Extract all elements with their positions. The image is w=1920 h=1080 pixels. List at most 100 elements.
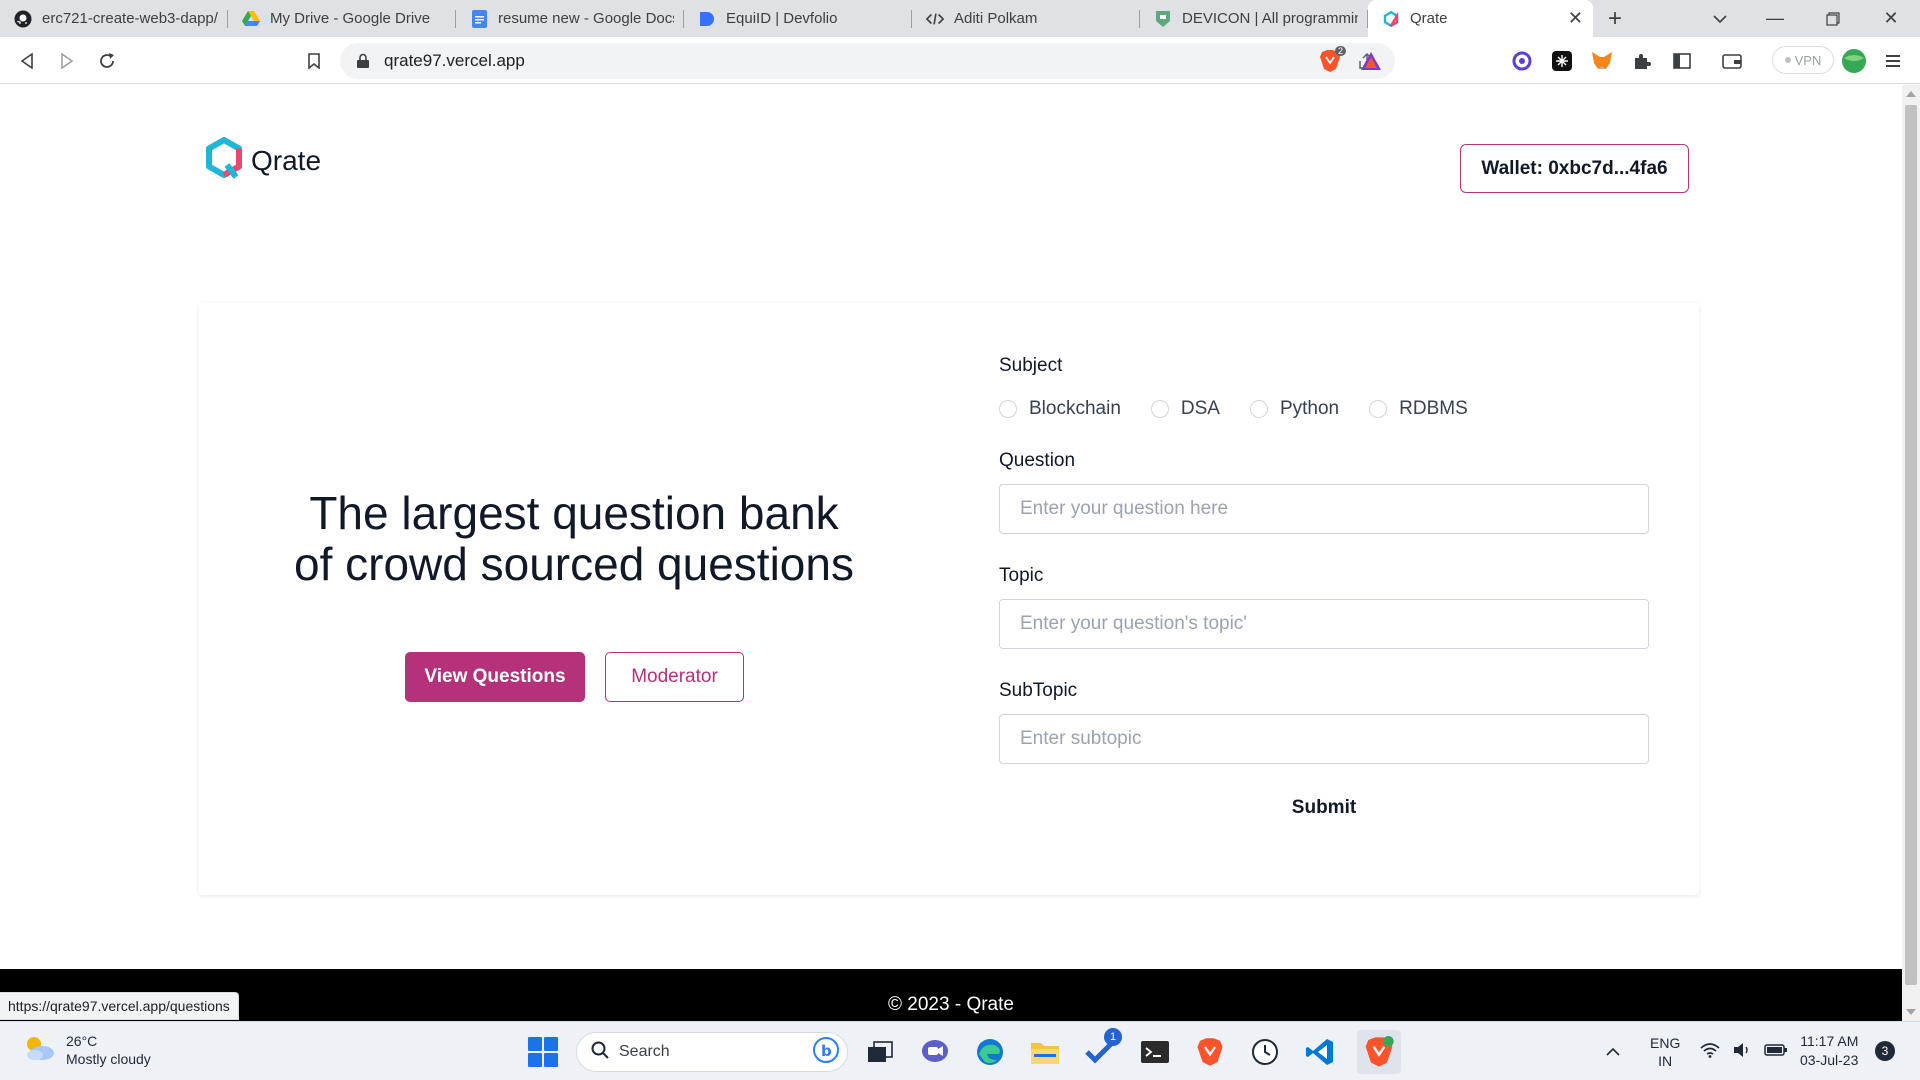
qrate-icon	[1382, 10, 1400, 28]
bing-icon[interactable]: b	[813, 1036, 839, 1068]
terminal-icon[interactable]	[1137, 1034, 1173, 1070]
browser-toolbar: qrate97.vercel.app 2 VPN	[0, 37, 1920, 84]
chevron-down-icon[interactable]	[1705, 0, 1735, 37]
tab-devicon[interactable]: DEVICON | All programmin	[1140, 0, 1368, 37]
devfolio-icon	[698, 10, 716, 28]
hero-line-2: of crowd sourced questions	[294, 538, 854, 590]
tab-google-drive[interactable]: My Drive - Google Drive	[228, 0, 456, 37]
scroll-up-icon[interactable]	[1906, 91, 1916, 97]
close-tab-icon[interactable]: ✕	[1568, 8, 1583, 29]
radio-dsa[interactable]: DSA	[1150, 398, 1220, 420]
cloudy-weather-icon	[22, 1034, 56, 1067]
radio-circle[interactable]	[1369, 400, 1388, 418]
brave-rewards-icon[interactable]	[1354, 37, 1388, 84]
tab-devfolio[interactable]: EquiID | Devfolio	[684, 0, 912, 37]
web-page: Qrate Wallet: 0xbc7d...4fa6 The largest …	[0, 85, 1902, 1021]
subtopic-input[interactable]	[999, 714, 1649, 764]
github-icon	[14, 10, 32, 28]
wallet-button[interactable]: Wallet: 0xbc7d...4fa6	[1460, 144, 1689, 193]
tab-title: EquiID | Devfolio	[726, 10, 838, 27]
todo-badge: 1	[1104, 1028, 1122, 1046]
tab-title: Aditi Polkam	[954, 10, 1038, 27]
alarms-clock-icon[interactable]	[1247, 1034, 1283, 1070]
radio-circle[interactable]	[1150, 400, 1169, 418]
hero-line-1: The largest question bank	[309, 487, 839, 539]
radio-label: Blockchain	[1029, 398, 1121, 419]
tab-title: erc721-create-web3-dapp/	[42, 10, 218, 27]
extension-ring-icon[interactable]	[1505, 37, 1539, 84]
brave-active-app-icon[interactable]	[1357, 1030, 1401, 1074]
clock-time: 11:17 AM	[1800, 1033, 1859, 1049]
radio-rdbms[interactable]: RDBMS	[1369, 398, 1468, 420]
teams-chat-icon[interactable]	[917, 1034, 953, 1070]
forward-icon[interactable]	[50, 37, 84, 84]
back-icon[interactable]	[10, 37, 44, 84]
question-label: Question	[999, 450, 1076, 471]
view-questions-button[interactable]: View Questions	[405, 652, 585, 702]
tab-aditi-polkam[interactable]: Aditi Polkam	[912, 0, 1140, 37]
topic-input[interactable]	[999, 599, 1649, 649]
battery-icon	[1764, 1043, 1788, 1060]
menu-icon[interactable]	[1876, 37, 1910, 84]
brave-shields-icon[interactable]: 2	[1313, 37, 1347, 84]
task-view-icon[interactable]	[862, 1034, 898, 1070]
start-button[interactable]	[528, 1037, 558, 1067]
taskbar-search[interactable]: Search b	[576, 1032, 848, 1072]
bookmark-icon[interactable]	[297, 37, 331, 84]
address-bar[interactable]: qrate97.vercel.app	[340, 43, 1395, 79]
wifi-icon	[1700, 1042, 1720, 1061]
tab-github[interactable]: erc721-create-web3-dapp/	[0, 0, 228, 37]
language-code: ENG	[1650, 1034, 1681, 1051]
qrate-logo-icon	[205, 137, 243, 184]
system-tray[interactable]	[1700, 1022, 1788, 1080]
brave-browser-icon[interactable]	[1192, 1034, 1228, 1070]
metamask-icon[interactable]	[1585, 37, 1619, 84]
close-window-icon[interactable]: ✕	[1862, 0, 1920, 37]
profile-avatar-icon[interactable]	[1837, 37, 1871, 84]
google-docs-icon	[470, 9, 488, 28]
weather-widget[interactable]: 26°C Mostly cloudy	[22, 1032, 151, 1068]
page-scrollbar[interactable]	[1902, 85, 1920, 1021]
system-clock[interactable]: 11:17 AM 03-Jul-23	[1800, 1032, 1858, 1070]
radio-label: RDBMS	[1399, 398, 1468, 419]
radio-blockchain[interactable]: Blockchain	[999, 398, 1121, 420]
extensions-puzzle-icon[interactable]	[1625, 37, 1659, 84]
extension-snowflake-icon[interactable]	[1545, 37, 1579, 84]
subtopic-label: SubTopic	[999, 680, 1078, 701]
language-region: IN	[1658, 1052, 1673, 1069]
vpn-button[interactable]: VPN	[1772, 46, 1834, 74]
new-tab-icon[interactable]: +	[1600, 0, 1630, 37]
weather-condition: Mostly cloudy	[66, 1051, 151, 1067]
question-input[interactable]	[999, 484, 1649, 534]
notification-badge[interactable]: 3	[1875, 1041, 1895, 1061]
radio-label: DSA	[1180, 398, 1220, 419]
minimize-icon[interactable]: —	[1746, 0, 1804, 37]
tab-title: My Drive - Google Drive	[270, 10, 431, 27]
search-icon	[591, 1041, 609, 1064]
scroll-down-icon[interactable]	[1906, 1009, 1916, 1015]
svg-text:b: b	[821, 1042, 832, 1060]
reload-icon[interactable]	[90, 37, 124, 84]
subject-label: Subject	[999, 355, 1063, 376]
tab-qrate[interactable]: Qrate ✕	[1368, 0, 1593, 37]
brave-badge: 2	[1335, 46, 1347, 56]
radio-python[interactable]: Python	[1249, 398, 1340, 420]
question-form: Subject Blockchain DSA Python RDBMS Ques…	[999, 303, 1649, 895]
wallet-icon[interactable]	[1715, 37, 1749, 84]
vscode-icon[interactable]	[1302, 1034, 1338, 1070]
restore-icon[interactable]	[1804, 0, 1862, 37]
edge-browser-icon[interactable]	[972, 1034, 1008, 1070]
logo[interactable]: Qrate	[205, 137, 321, 184]
radio-label: Python	[1279, 398, 1340, 419]
file-explorer-icon[interactable]	[1027, 1034, 1063, 1070]
radio-circle[interactable]	[1249, 400, 1268, 418]
chevron-up-icon[interactable]	[1605, 1022, 1621, 1080]
scrollbar-thumb[interactable]	[1905, 105, 1917, 985]
submit-button[interactable]: Submit	[1259, 788, 1389, 828]
radio-circle[interactable]	[999, 400, 1017, 418]
todo-app-icon[interactable]: 1	[1082, 1028, 1122, 1070]
language-indicator[interactable]: ENG IN	[1650, 1022, 1680, 1080]
sidebar-icon[interactable]	[1665, 37, 1699, 84]
moderator-button[interactable]: Moderator	[605, 652, 744, 702]
tab-google-docs[interactable]: resume new - Google Docs	[456, 0, 684, 37]
